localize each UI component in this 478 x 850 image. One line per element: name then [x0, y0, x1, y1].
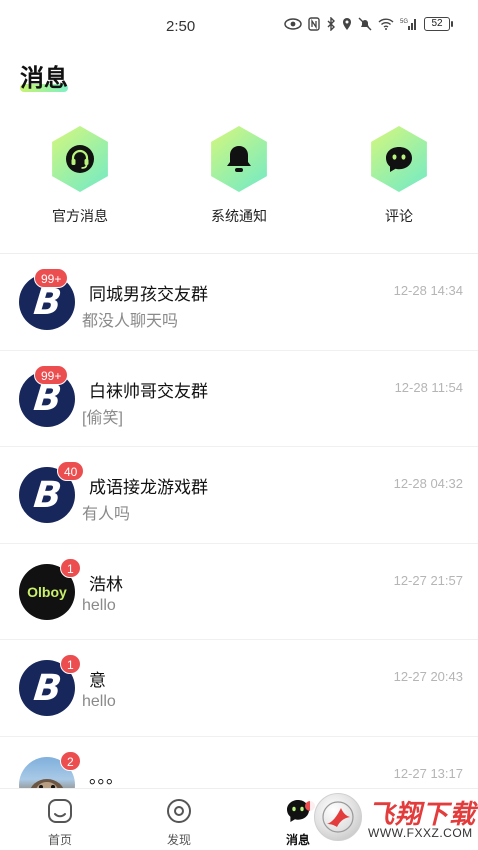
conversation-row[interactable]: B 1 意 hello 12-27 20:43: [0, 640, 478, 737]
conversation-time: 12-27 20:43: [393, 669, 463, 684]
system-notice-button[interactable]: 系统通知: [179, 126, 299, 226]
conversation-row[interactable]: B 99+ 白袜帅哥交友群 [偷笑] 12-28 11:54: [0, 351, 478, 447]
signal-icon: 5G: [400, 19, 416, 30]
group-avatar-logo: B: [32, 667, 62, 709]
quick-actions: 官方消息 系统通知 评论: [0, 126, 478, 236]
status-bar: 2:50 5G 52: [0, 0, 478, 52]
conversation-name: 浩林: [89, 574, 123, 594]
unread-badge: 40: [57, 461, 85, 481]
status-time: 2:50: [166, 18, 196, 35]
conversation-preview: hello: [82, 693, 116, 710]
location-icon: [343, 18, 351, 30]
conversation-preview: 有人吗: [82, 506, 131, 523]
conversation-preview: [偷笑]: [82, 409, 123, 427]
conversation-name: 成语接龙游戏群: [89, 478, 208, 497]
conversation-time: 12-27 13:17: [393, 765, 463, 781]
official-messages-button[interactable]: 官方消息: [20, 126, 140, 226]
page-title: 消息: [20, 65, 68, 92]
watermark-url: WWW.FXXZ.COM: [368, 826, 473, 840]
conversation-preview: 都没人聊天吗: [82, 313, 179, 330]
unread-badge: 1: [60, 654, 81, 674]
site-watermark: 飞翔下载 WWW.FXXZ.COM: [310, 790, 476, 846]
conversation-list: B 99+ 同城男孩交友群 都没人聊天吗 12-28 14:34 B 99+ 白…: [0, 254, 478, 833]
status-icons: 5G 52: [284, 17, 453, 31]
comments-label: 评论: [385, 208, 413, 224]
tab-home-label: 首页: [47, 833, 72, 847]
mute-icon: [358, 17, 372, 31]
comments-button[interactable]: 评论: [339, 126, 459, 226]
page-title-container: 消息: [20, 58, 68, 93]
conversation-name: 同城男孩交友群: [89, 285, 208, 304]
unread-badge: 1: [60, 557, 81, 578]
watermark-logo-icon: [314, 793, 362, 841]
tab-discover-label: 发现: [166, 833, 191, 847]
unread-badge: 2: [60, 750, 81, 771]
conversation-time: 12-28 11:54: [394, 379, 463, 395]
nfc-icon: [308, 17, 320, 31]
system-notice-label: 系统通知: [211, 208, 267, 224]
svg-text:5G: 5G: [400, 19, 408, 25]
wifi-icon: [378, 18, 394, 30]
conversation-preview: hello: [82, 596, 116, 614]
conversation-time: 12-28 04:32: [393, 476, 463, 491]
user-avatar-text: Olboy: [27, 583, 67, 600]
group-avatar-logo: B: [32, 474, 62, 516]
unread-badge: 99+: [34, 364, 69, 385]
home-icon: [46, 797, 74, 825]
conversation-row[interactable]: B 40 成语接龙游戏群 有人吗 12-28 04:32: [0, 447, 478, 544]
battery-indicator: 52: [424, 17, 453, 31]
headset-icon: [66, 145, 94, 173]
tab-home[interactable]: 首页: [15, 797, 105, 848]
conversation-time: 12-28 14:34: [393, 283, 463, 298]
system-notice-icon-bg: [211, 126, 267, 192]
conversation-name: 。。。: [89, 767, 123, 787]
conversation-row[interactable]: B 99+ 同城男孩交友群 都没人聊天吗 12-28 14:34: [0, 254, 478, 351]
conversation-row[interactable]: Olboy 1 浩林 hello 12-27 21:57: [0, 544, 478, 640]
unread-badge: 99+: [34, 268, 69, 288]
comments-icon-bg: [371, 126, 427, 192]
official-messages-icon-bg: [52, 126, 108, 192]
bell-icon: [227, 146, 251, 172]
conversation-time: 12-27 21:57: [393, 572, 463, 588]
bluetooth-icon: [327, 17, 335, 31]
conversation-name: 白袜帅哥交友群: [89, 381, 208, 401]
conversation-name: 意: [89, 671, 106, 690]
discover-icon: [165, 797, 193, 825]
official-messages-label: 官方消息: [52, 208, 108, 224]
chat-bubble-icon: [386, 147, 412, 172]
eye-icon: [284, 18, 302, 30]
tab-discover[interactable]: 发现: [134, 797, 224, 848]
